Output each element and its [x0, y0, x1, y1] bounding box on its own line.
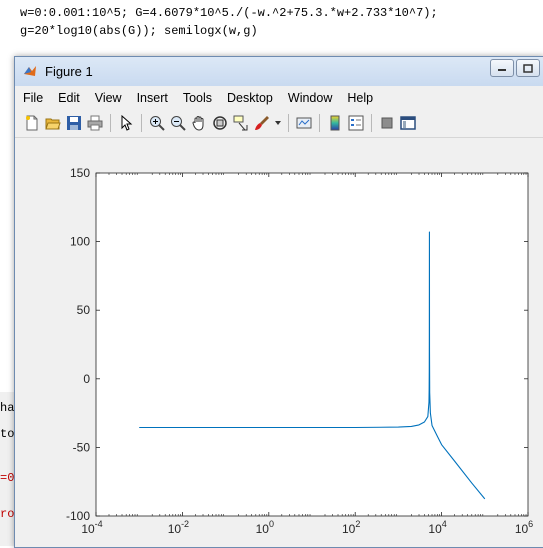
menu-insert[interactable]: Insert: [137, 91, 168, 105]
menu-window[interactable]: Window: [288, 91, 332, 105]
menu-help[interactable]: Help: [347, 91, 373, 105]
maximize-button[interactable]: [516, 59, 540, 77]
brush-icon[interactable]: [253, 114, 271, 132]
minimize-button[interactable]: [490, 59, 514, 77]
x-tick-label: 104: [428, 519, 446, 536]
x-tick-label: 106: [515, 519, 533, 536]
x-tick-label: 10-4: [81, 519, 102, 536]
data-cursor-icon[interactable]: [232, 114, 250, 132]
print-icon[interactable]: [86, 114, 104, 132]
insert-colorbar-icon[interactable]: [326, 114, 344, 132]
maximize-icon: [523, 63, 533, 73]
new-figure-icon[interactable]: [23, 114, 41, 132]
menu-bar: File Edit View Insert Tools Desktop Wind…: [15, 87, 543, 109]
x-tick-label: 102: [342, 519, 360, 536]
toolbar-separator: [371, 114, 372, 132]
plot-svg[interactable]: 150 100 50 0 -50 -10010-4 10-2 100 102 104 106: [15, 138, 543, 547]
menu-desktop[interactable]: Desktop: [227, 91, 273, 105]
menu-edit[interactable]: Edit: [58, 91, 80, 105]
figure-titlebar[interactable]: Figure 1: [15, 57, 543, 86]
brush-dropdown-icon[interactable]: [274, 114, 282, 132]
matlab-logo-icon: [24, 66, 36, 76]
axes-box: [95, 172, 529, 517]
menu-view[interactable]: View: [95, 91, 122, 105]
hide-plot-tools-icon[interactable]: [378, 114, 396, 132]
toolbar-separator: [110, 114, 111, 132]
y-tick-label: 50: [77, 303, 91, 317]
menu-tools[interactable]: Tools: [183, 91, 212, 105]
insert-legend-icon[interactable]: [347, 114, 365, 132]
link-plot-icon[interactable]: [295, 114, 313, 132]
y-tick-label: 150: [70, 166, 90, 180]
edit-plot-arrow-icon[interactable]: [117, 114, 135, 132]
y-tick-label: -100: [66, 509, 90, 523]
figure-title: Figure 1: [45, 64, 93, 79]
open-file-icon[interactable]: [44, 114, 62, 132]
figure-window: Figure 1 File Edit View Insert Tools Des…: [14, 56, 543, 548]
y-tick-label: 0: [83, 372, 90, 386]
command-line-2: g=20*log10(abs(G)); semilogx(w,g): [20, 24, 258, 38]
figure-toolbar: [15, 109, 543, 138]
x-tick-label: 10-2: [168, 519, 189, 536]
toolbar-separator: [141, 114, 142, 132]
show-plot-tools-icon[interactable]: [399, 114, 417, 132]
figure-canvas: 150 100 50 0 -50 -100 10-4 10-2 100 102 104 106: [15, 138, 543, 547]
command-line-1: w=0:0.001:10^5; G=4.6079*10^5./(-w.^2+75…: [20, 6, 438, 20]
y-tick-label: 100: [70, 235, 90, 249]
save-icon[interactable]: [65, 114, 83, 132]
x-tick-label: 100: [256, 519, 274, 536]
toolbar-separator: [288, 114, 289, 132]
y-tick-label: -50: [73, 440, 91, 454]
rotate-3d-icon[interactable]: [211, 114, 229, 132]
zoom-out-icon[interactable]: [169, 114, 187, 132]
minimize-icon: [498, 69, 506, 71]
menu-file[interactable]: File: [23, 91, 43, 105]
toolbar-separator: [319, 114, 320, 132]
zoom-in-icon[interactable]: [148, 114, 166, 132]
pan-hand-icon[interactable]: [190, 114, 208, 132]
